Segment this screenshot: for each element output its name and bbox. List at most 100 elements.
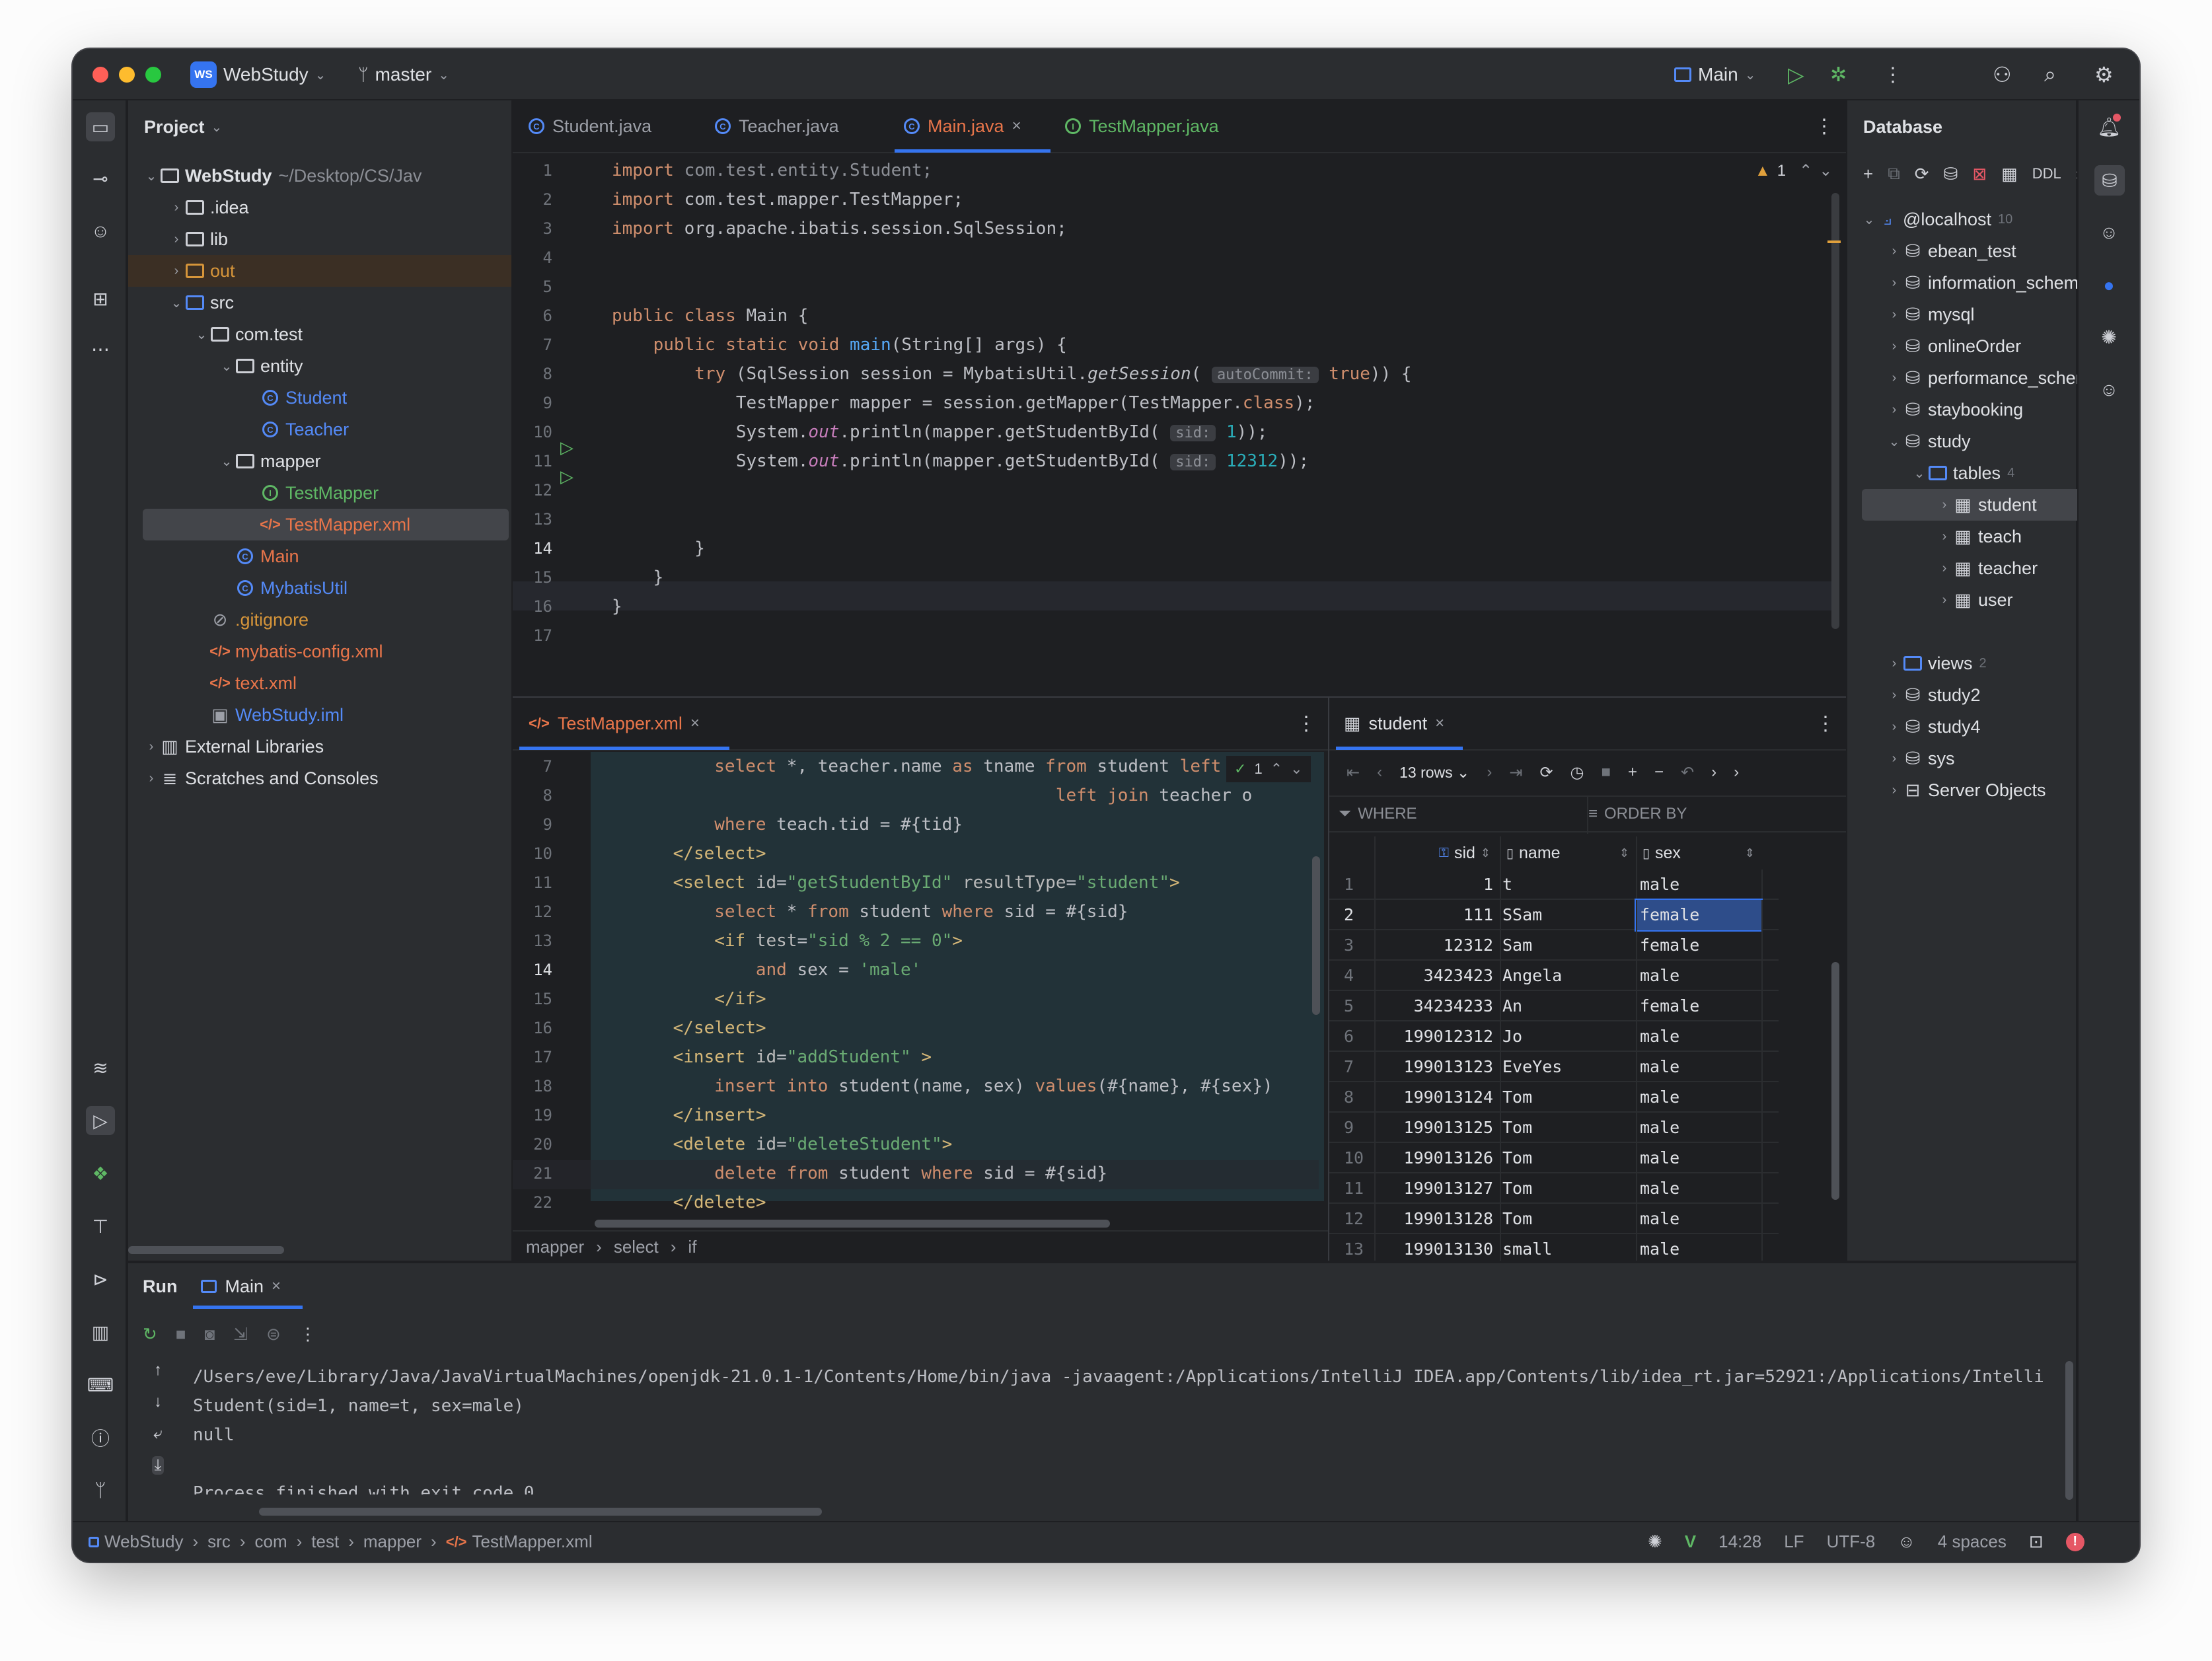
remove-row-icon[interactable]: − (1654, 763, 1664, 782)
tree-item-testmapper[interactable]: I TestMapper (260, 477, 379, 509)
rerun-icon[interactable]: ↻ (143, 1324, 157, 1345)
table-row[interactable]: 9 199013125 Tom male (1329, 1113, 1779, 1143)
db-schema-onlineorder[interactable]: › ⛁ onlineOrder (1886, 330, 2021, 362)
db-table-student[interactable]: › ▦ student (1936, 489, 2037, 521)
stop-icon[interactable]: ■ (176, 1324, 186, 1345)
cell-sid[interactable]: 1 (1374, 869, 1497, 900)
debug-icon[interactable]: ✲ (1830, 49, 1847, 100)
db-schema-staybooking[interactable]: › ⛁ staybooking (1886, 394, 2023, 425)
cell-sex[interactable]: male (1636, 1143, 1761, 1173)
tab-testmapper-java[interactable]: I TestMapper.java (1065, 100, 1219, 152)
more-actions-icon[interactable]: ⋮ (1883, 49, 1903, 100)
table-row[interactable]: 2 111 SSam female (1329, 899, 1779, 932)
table-row[interactable]: 8 199013124 Tom male (1329, 1082, 1779, 1113)
tab-testmapper-xml[interactable]: </> TestMapper.xml × (529, 698, 700, 749)
settings-gear-icon[interactable]: ⚙ (2094, 49, 2114, 100)
close-icon[interactable]: × (1435, 714, 1444, 733)
tree-item-out[interactable]: › out (168, 255, 235, 287)
add-user-icon[interactable]: ⚇ (1993, 49, 2012, 100)
table-row[interactable]: 10 199013126 Tom male (1329, 1143, 1779, 1173)
database-tool-icon[interactable]: ⛁ (2094, 165, 2125, 196)
screenshot-icon[interactable]: ◙ (205, 1324, 215, 1345)
run-gutter-icon[interactable]: ▷ (560, 466, 573, 487)
ai-assistant-icon[interactable]: ☺ (2096, 219, 2122, 246)
cell-name[interactable]: Tom (1502, 1143, 1633, 1173)
more-options-icon[interactable]: ⋮ (299, 1324, 316, 1345)
tree-item-gitignore[interactable]: ⊘ .gitignore (210, 604, 309, 636)
db-schema-ebean_test[interactable]: › ⛁ ebean_test (1886, 235, 2016, 267)
cell-sex[interactable]: male (1636, 961, 1761, 991)
indent-setting[interactable]: 4 spaces (1938, 1532, 2007, 1552)
file-encoding[interactable]: UTF-8 (1827, 1532, 1876, 1552)
cell-name[interactable]: Tom (1502, 1113, 1633, 1143)
cell-sid[interactable]: 12312 (1374, 930, 1497, 961)
copilot-icon[interactable]: ☺ (2096, 377, 2122, 403)
status-crumb[interactable]: test (311, 1532, 339, 1552)
cell-sex[interactable]: male (1636, 869, 1761, 900)
tree-item-com-test[interactable]: ⌄ com.test (193, 318, 303, 350)
cell-name[interactable]: An (1502, 991, 1633, 1021)
tree-item-idea[interactable]: › .idea (168, 192, 249, 223)
db-server-objects[interactable]: › ⊟ Server Objects (1886, 774, 2046, 806)
table-scrollbar[interactable] (1831, 962, 1839, 1200)
tree-item-mybatis-config[interactable]: </> mybatis-config.xml (209, 636, 383, 667)
database-icon[interactable]: ≋ (87, 1054, 114, 1081)
cell-sex[interactable]: female (1636, 930, 1761, 961)
breadcrumb-item[interactable]: select (614, 1237, 659, 1257)
cell-sid[interactable]: 199013123 (1374, 1052, 1497, 1082)
caret-position[interactable]: 14:28 (1718, 1532, 1761, 1552)
xml-horizontal-scrollbar[interactable] (595, 1220, 1110, 1228)
db-table-teach[interactable]: › ▦ teach (1936, 521, 2022, 552)
run-config-selector[interactable]: Main ⌄ (1674, 49, 1755, 100)
status-crumb[interactable]: src (207, 1532, 231, 1552)
table-row[interactable]: 12 199013128 Tom male (1329, 1204, 1779, 1234)
more-tools-icon[interactable]: ⋯ (87, 336, 114, 362)
cell-sex[interactable]: female (1635, 899, 1763, 932)
tree-item-teacher[interactable]: C Teacher (260, 414, 349, 445)
table-row[interactable]: 7 199013123 EveYes male (1329, 1052, 1779, 1082)
soft-wrap-icon[interactable]: ⤶ (153, 1424, 162, 1443)
tree-root[interactable]: ⌄ WebStudy ~/Desktop/CS/Jav (143, 160, 422, 192)
tree-item-entity[interactable]: ⌄ entity (218, 350, 303, 382)
db-table-user[interactable]: › ▦ user (1936, 584, 2013, 616)
cell-name[interactable]: t (1502, 869, 1633, 900)
editor-scrollbar[interactable] (1831, 193, 1839, 629)
tree-item-src[interactable]: ⌄ src (168, 287, 234, 318)
error-status-icon[interactable]: ! (2065, 1532, 2084, 1551)
cell-sex[interactable]: male (1636, 1082, 1761, 1113)
branch-switcher[interactable]: ᛘ master ⌄ (358, 49, 449, 100)
previous-page-icon[interactable]: ‹ (1377, 763, 1382, 782)
restore-layout-icon[interactable]: ⇲ (233, 1324, 248, 1345)
chevron-right-icon[interactable]: › (1711, 763, 1716, 782)
code-area[interactable]: import com.test.entity.Student; import co… (612, 156, 1827, 684)
console-output[interactable]: /Users/eve/Library/Java/JavaVirtualMachi… (193, 1362, 2043, 1495)
ai-status-icon[interactable]: ✺ (1648, 1532, 1662, 1552)
project-panel-header[interactable]: Project ⌄ (144, 100, 222, 153)
revert-icon[interactable]: ↶ (1681, 763, 1694, 782)
status-crumb[interactable]: com (255, 1532, 287, 1552)
scroll-down-icon[interactable]: ↓ (154, 1393, 162, 1411)
cell-sid[interactable]: 34234233 (1374, 991, 1497, 1021)
db-schema-information_schema[interactable]: › ⛁ information_schema (1886, 267, 2088, 299)
close-icon[interactable]: × (272, 1277, 281, 1296)
xml-inspection-widget[interactable]: ✓ 1 ⌃ ⌄ (1226, 756, 1311, 782)
cell-name[interactable]: EveYes (1502, 1052, 1633, 1082)
tab-teacher-java[interactable]: C Teacher.java (715, 100, 839, 152)
project-folder-icon[interactable]: ▭ (86, 112, 115, 141)
vim-icon[interactable]: V (1685, 1532, 1696, 1552)
tree-item-testmapper-xml[interactable]: </> TestMapper.xml (260, 509, 410, 540)
cell-sid[interactable]: 199013125 (1374, 1113, 1497, 1143)
last-page-icon[interactable]: ⇥ (1509, 763, 1522, 782)
cell-sid[interactable]: 199013130 (1374, 1234, 1497, 1261)
chevron-right-icon[interactable]: › (1734, 763, 1739, 782)
project-switcher[interactable]: WS WebStudy ⌄ (190, 49, 326, 100)
tab-options-icon[interactable]: ⋮ (1816, 698, 1835, 749)
tree-item-student[interactable]: C Student (260, 382, 347, 414)
terminal-icon[interactable]: ⌨ (87, 1372, 114, 1398)
breadcrumb-item[interactable]: mapper (526, 1237, 584, 1257)
db-schema-mysql[interactable]: › ⛁ mysql (1886, 299, 1975, 330)
status-crumb[interactable]: TestMapper.xml (472, 1532, 593, 1552)
tab-options-icon[interactable]: ⋮ (1296, 698, 1316, 749)
cell-name[interactable]: Sam (1502, 930, 1633, 961)
copilot-icon[interactable]: ☺ (87, 218, 114, 244)
